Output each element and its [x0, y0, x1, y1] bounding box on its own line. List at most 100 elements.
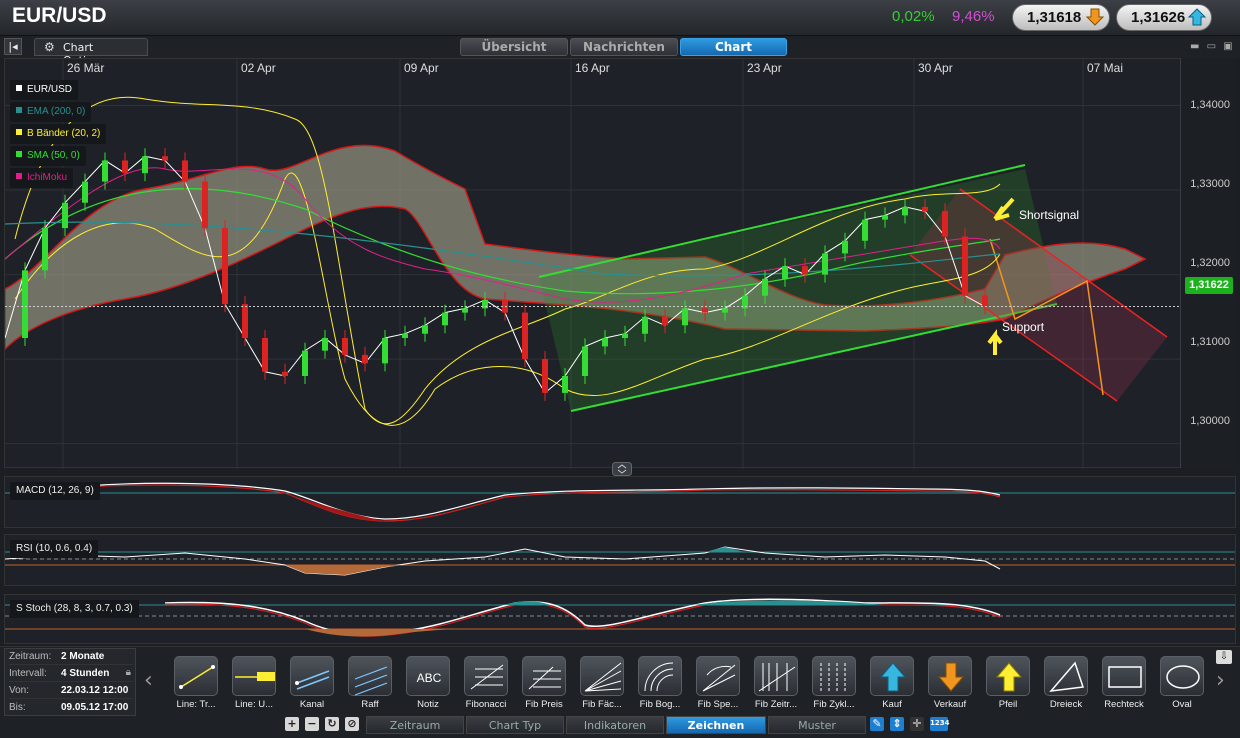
candle [142, 156, 148, 174]
info-value: 09.05.12 17:00 [61, 702, 129, 713]
tool-label: Raff [361, 699, 379, 710]
info-row-von: Von: 22.03.12 12:00 [9, 683, 133, 699]
legend-swatch [16, 85, 22, 91]
fib-speed-icon [696, 656, 740, 696]
main-chart-panel[interactable]: Shortsignal Support 26 Mär 02 Apr 09 Apr 16 … [4, 58, 1236, 469]
pen-icon[interactable]: ✎ [870, 717, 884, 731]
download-icon[interactable]: ⇩ [1216, 650, 1232, 664]
tool-fib-speed[interactable]: Fib Spe... [694, 656, 742, 716]
tool-label: Oval [1172, 699, 1192, 710]
candle [862, 219, 868, 241]
bottom-tab-bar: Zeitraum Chart Typ Indikatoren Zeichnen … [280, 716, 1240, 734]
candle [722, 308, 728, 313]
candle [382, 337, 388, 364]
panel-resize-handle-icon[interactable] [612, 462, 632, 476]
candle [562, 376, 568, 393]
bottom-tab-zeichnen[interactable]: Zeichnen [666, 716, 766, 734]
tool-label: Kanal [299, 699, 325, 710]
window-controls[interactable]: ▬ ▭ ▣ [1190, 41, 1235, 52]
legend-swatch [16, 129, 22, 135]
legend-item-bollinger[interactable]: B Bänder (20, 2) [10, 124, 107, 144]
candle [942, 211, 948, 237]
up-down-icon[interactable]: ⇕ [890, 717, 904, 731]
bottom-tab-indikatoren[interactable]: Indikatoren [566, 716, 664, 734]
info-row-zeitraum: Zeitraum: 2 Monate [9, 649, 133, 665]
refresh-icon[interactable]: ↻ [325, 717, 339, 731]
tool-fib-arc[interactable]: Fib Bog... [636, 656, 684, 716]
ask-price-button[interactable]: 1,31626 [1116, 4, 1212, 31]
zoom-in-icon[interactable]: + [285, 717, 299, 731]
legend-item-eurusd[interactable]: EUR/USD [10, 80, 79, 100]
tool-trendline[interactable]: Line: Tr... [172, 656, 220, 716]
bottom-tab-charttyp[interactable]: Chart Typ [466, 716, 564, 734]
candle [162, 156, 168, 161]
crosshair-icon[interactable]: ✛ [910, 717, 924, 731]
candle [22, 270, 28, 338]
tool-fib-time[interactable]: Fib Zeitr... [752, 656, 800, 716]
x-tick-label: 16 Apr [575, 61, 610, 75]
tab-news[interactable]: Nachrichten [570, 38, 678, 56]
tab-overview[interactable]: Übersicht [460, 38, 568, 56]
legend-label: EMA (200, 0) [27, 106, 86, 117]
tool-fib-cycle[interactable]: Fib Zykl... [810, 656, 858, 716]
fib-fan-icon [580, 656, 624, 696]
legend-swatch [16, 173, 22, 179]
tool-raff-channel[interactable]: Raff [346, 656, 394, 716]
legend-item-ema[interactable]: EMA (200, 0) [10, 102, 92, 122]
tool-arrow[interactable]: Pfeil [984, 656, 1032, 716]
tool-channel[interactable]: Kanal [288, 656, 336, 716]
tab-chart[interactable]: Chart [680, 38, 787, 56]
legend-label: EUR/USD [27, 84, 73, 95]
zoom-out-icon[interactable]: − [305, 717, 319, 731]
candle [882, 215, 888, 220]
tools-scroll-right-icon[interactable]: › [1216, 668, 1225, 693]
tool-sell-arrow[interactable]: Verkauf [926, 656, 974, 716]
candle [82, 181, 88, 203]
y-tick-label: 1,32000 [1190, 257, 1230, 269]
tool-triangle[interactable]: Dreieck [1042, 656, 1090, 716]
tools-scroll-left-icon[interactable]: ‹ [144, 668, 153, 693]
legend-item-sma[interactable]: SMA (50, 0) [10, 146, 86, 166]
price-chart[interactable]: Shortsignal Support [5, 59, 1181, 469]
tool-price-line[interactable]: Line: U... [230, 656, 278, 716]
lock-icon[interactable]: 🔒︎ [126, 667, 131, 678]
candle [802, 266, 808, 275]
bid-price-button[interactable]: 1,31618 [1012, 4, 1110, 31]
tool-label: Fib Preis [525, 699, 563, 710]
raff-channel-icon [348, 656, 392, 696]
value-label-icon[interactable]: 1234 [930, 717, 949, 731]
tool-fib-fan[interactable]: Fib Fäc... [578, 656, 626, 716]
collapse-panel-icon[interactable]: |◂ [4, 38, 22, 55]
bottom-tab-muster[interactable]: Muster [768, 716, 866, 734]
tool-label: Verkauf [933, 699, 967, 710]
no-entry-icon[interactable]: ⊘ [345, 717, 359, 731]
tool-fib-price[interactable]: Fib Preis [520, 656, 568, 716]
tool-label: Fibonacci [465, 699, 507, 710]
macd-label: MACD (12, 26, 9) [10, 482, 100, 500]
tool-buy-arrow[interactable]: Kauf [868, 656, 916, 716]
current-price-badge: 1,31622 [1185, 277, 1233, 294]
tool-label: Fib Zeitr... [754, 699, 798, 710]
buy-arrow-icon [870, 656, 914, 696]
tool-fibonacci[interactable]: Fibonacci [462, 656, 510, 716]
triangle-icon [1044, 656, 1088, 696]
sell-arrow-icon [1085, 8, 1105, 26]
rsi-panel[interactable] [4, 534, 1236, 586]
info-value: 4 Stunden [61, 668, 110, 679]
annotation-support: Support [1002, 320, 1045, 334]
candle [182, 160, 188, 182]
sell-arrow-icon [928, 656, 972, 696]
candle [42, 228, 48, 271]
stochastic-panel[interactable] [4, 594, 1236, 644]
candle [122, 160, 128, 174]
tool-rectangle[interactable]: Rechteck [1100, 656, 1148, 716]
candle [582, 346, 588, 377]
ask-price: 1,31626 [1131, 9, 1186, 26]
tool-note[interactable]: ABC Notiz [404, 656, 452, 716]
macd-panel[interactable] [4, 476, 1236, 528]
candle [762, 278, 768, 296]
bottom-tab-zeitraum[interactable]: Zeitraum [366, 716, 464, 734]
tool-oval[interactable]: Oval [1158, 656, 1206, 716]
legend-item-ichimoku[interactable]: IchiMoku [10, 168, 74, 188]
chart-options-button[interactable]: ⚙ Chart Optionen [34, 38, 148, 67]
